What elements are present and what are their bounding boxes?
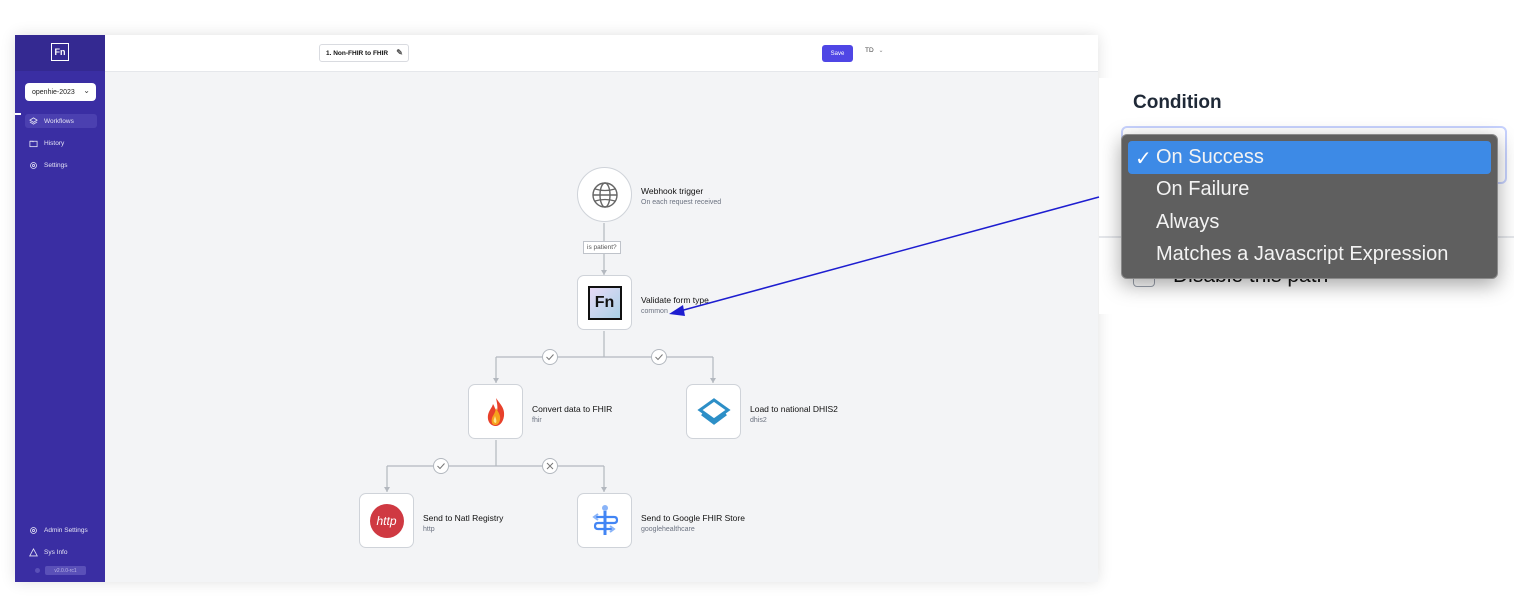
screenshot-stage: Fn openhie-2023 ⌄ Workflows History Sett…	[0, 0, 1514, 616]
save-button[interactable]: Save	[822, 45, 853, 62]
condition-dropdown-menu: ✓ On Success On Failure Always Matches a…	[1121, 134, 1498, 279]
fhir-flame-icon	[487, 397, 504, 426]
sidebar-item-label: History	[44, 139, 65, 147]
option-on-success[interactable]: ✓ On Success	[1128, 141, 1491, 174]
gear-icon	[29, 526, 38, 535]
option-always[interactable]: Always	[1128, 206, 1491, 239]
version-badge: v2.0.0-rc1	[45, 566, 86, 575]
node-title: Send to Google FHIR Store	[641, 513, 745, 523]
sidebar-item-workflows[interactable]: Workflows	[25, 114, 97, 128]
folder-icon	[29, 139, 38, 148]
failure-edge-icon	[542, 458, 558, 474]
node-title: Load to national DHIS2	[750, 404, 838, 414]
success-edge-icon	[433, 458, 449, 474]
webhook-trigger-node[interactable]	[577, 167, 632, 222]
edge-condition-label[interactable]: is patient?	[583, 241, 621, 254]
node-subtitle: On each request received	[641, 199, 722, 206]
workflow-name-input[interactable]: 1. Non-FHIR to FHIR ✎	[319, 44, 409, 62]
status-dot	[35, 568, 40, 573]
sidebar-item-history[interactable]: History	[25, 136, 97, 150]
option-label: Matches a Javascript Expression	[1156, 243, 1449, 266]
node-subtitle: dhis2	[750, 417, 767, 424]
workflow-name: 1. Non-FHIR to FHIR	[326, 49, 389, 57]
node-subtitle: common	[641, 308, 668, 315]
pencil-icon[interactable]: ✎	[396, 48, 403, 57]
google-healthcare-icon	[591, 504, 618, 535]
node-title: Convert data to FHIR	[532, 404, 613, 414]
google-fhir-node[interactable]	[577, 493, 632, 548]
condition-title: Condition	[1133, 92, 1222, 113]
fn-logo-icon: Fn	[587, 285, 622, 320]
active-indicator	[15, 113, 21, 115]
sidebar: Fn openhie-2023 ⌄ Workflows History Sett…	[15, 35, 105, 582]
option-js-expression[interactable]: Matches a Javascript Expression	[1128, 239, 1491, 272]
gear-icon	[29, 161, 38, 170]
sidebar-item-label: Admin Settings	[44, 526, 88, 534]
option-label: On Failure	[1156, 178, 1250, 201]
top-bar: 1. Non-FHIR to FHIR ✎ Save TD ⌄	[105, 35, 1098, 72]
warning-triangle-icon	[29, 547, 38, 557]
node-title: Webhook trigger	[641, 186, 704, 196]
node-title: Validate form type	[641, 295, 709, 305]
user-menu[interactable]: TD ⌄	[865, 47, 884, 54]
app-logo[interactable]: Fn	[51, 43, 69, 61]
user-initials: TD	[865, 47, 874, 54]
node-title: Send to Natl Registry	[423, 513, 504, 523]
sidebar-item-settings[interactable]: Settings	[25, 158, 97, 172]
sidebar-item-label: Settings	[44, 161, 68, 169]
option-label: On Success	[1156, 145, 1264, 168]
option-label: Always	[1156, 210, 1220, 233]
dhis2-logo-icon	[696, 397, 731, 425]
sidebar-item-sys-info[interactable]: Sys Info	[25, 545, 97, 559]
validate-form-node[interactable]: Fn	[577, 275, 632, 330]
workflow-canvas[interactable]: is patient? Webhook trigger On each requ…	[105, 72, 1098, 582]
checkmark-icon: ✓	[1135, 148, 1152, 170]
project-name: openhie-2023	[32, 88, 75, 96]
dhis2-node[interactable]	[686, 384, 741, 439]
node-subtitle: fhir	[532, 417, 542, 424]
project-select[interactable]: openhie-2023 ⌄	[25, 83, 96, 101]
convert-fhir-node[interactable]	[468, 384, 523, 439]
http-icon: http	[369, 503, 404, 538]
sidebar-item-label: Workflows	[44, 117, 74, 125]
globe-icon	[591, 181, 618, 208]
success-edge-icon	[542, 349, 558, 365]
success-edge-icon	[651, 349, 667, 365]
app-window: Fn openhie-2023 ⌄ Workflows History Sett…	[15, 35, 1098, 582]
http-icon-text: http	[376, 513, 397, 528]
fn-logo-text: Fn	[594, 293, 615, 311]
sidebar-item-admin-settings[interactable]: Admin Settings	[25, 523, 97, 537]
layers-icon	[29, 116, 38, 126]
chevron-down-icon: ⌄	[878, 48, 884, 54]
chevron-down-icon: ⌄	[83, 86, 90, 95]
node-subtitle: googlehealthcare	[641, 526, 695, 533]
sidebar-item-label: Sys Info	[44, 548, 68, 556]
http-node[interactable]: http	[359, 493, 414, 548]
option-on-failure[interactable]: On Failure	[1128, 174, 1491, 207]
node-subtitle: http	[423, 526, 435, 533]
